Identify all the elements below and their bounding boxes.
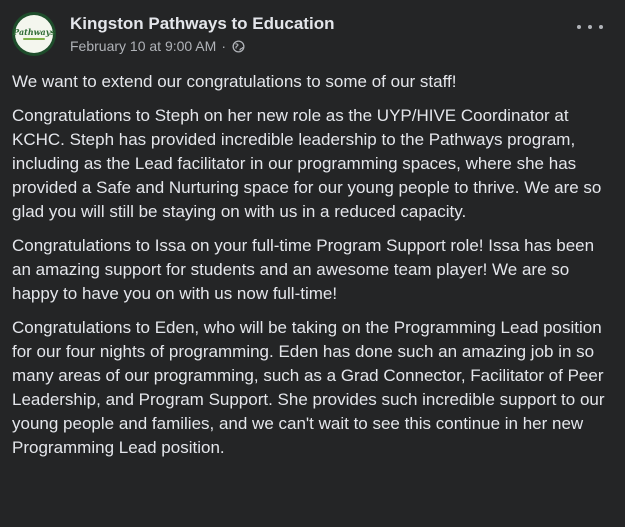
post-body: We want to extend our congratulations to… (12, 70, 612, 470)
page-name-link[interactable]: Kingston Pathways to Education (70, 14, 334, 34)
avatar-logo-text: Pathways (13, 27, 55, 37)
more-dot (577, 25, 581, 29)
more-dot (588, 25, 592, 29)
post-timestamp[interactable]: February 10 at 9:00 AM (70, 38, 216, 54)
post-paragraph-intro: We want to extend our congratulations to… (12, 72, 457, 91)
post-paragraph-issa: Congratulations to Issa on your full-tim… (12, 236, 595, 303)
avatar-logo: Pathways (13, 15, 55, 53)
post-paragraph-steph: Congratulations to Steph on her new role… (12, 106, 602, 221)
post-paragraph-eden: Congratulations to Eden, who will be tak… (12, 318, 605, 457)
more-options-icon[interactable] (577, 14, 603, 40)
page-avatar[interactable]: Pathways (12, 12, 56, 56)
more-dot (599, 25, 603, 29)
globe-icon[interactable] (232, 39, 245, 53)
meta-separator: · (221, 38, 226, 54)
post-meta: February 10 at 9:00 AM · (70, 38, 245, 54)
post-header: Pathways Kingston Pathways to Education … (12, 12, 613, 56)
facebook-post: Pathways Kingston Pathways to Education … (0, 0, 625, 527)
avatar-logo-underline (23, 38, 45, 40)
